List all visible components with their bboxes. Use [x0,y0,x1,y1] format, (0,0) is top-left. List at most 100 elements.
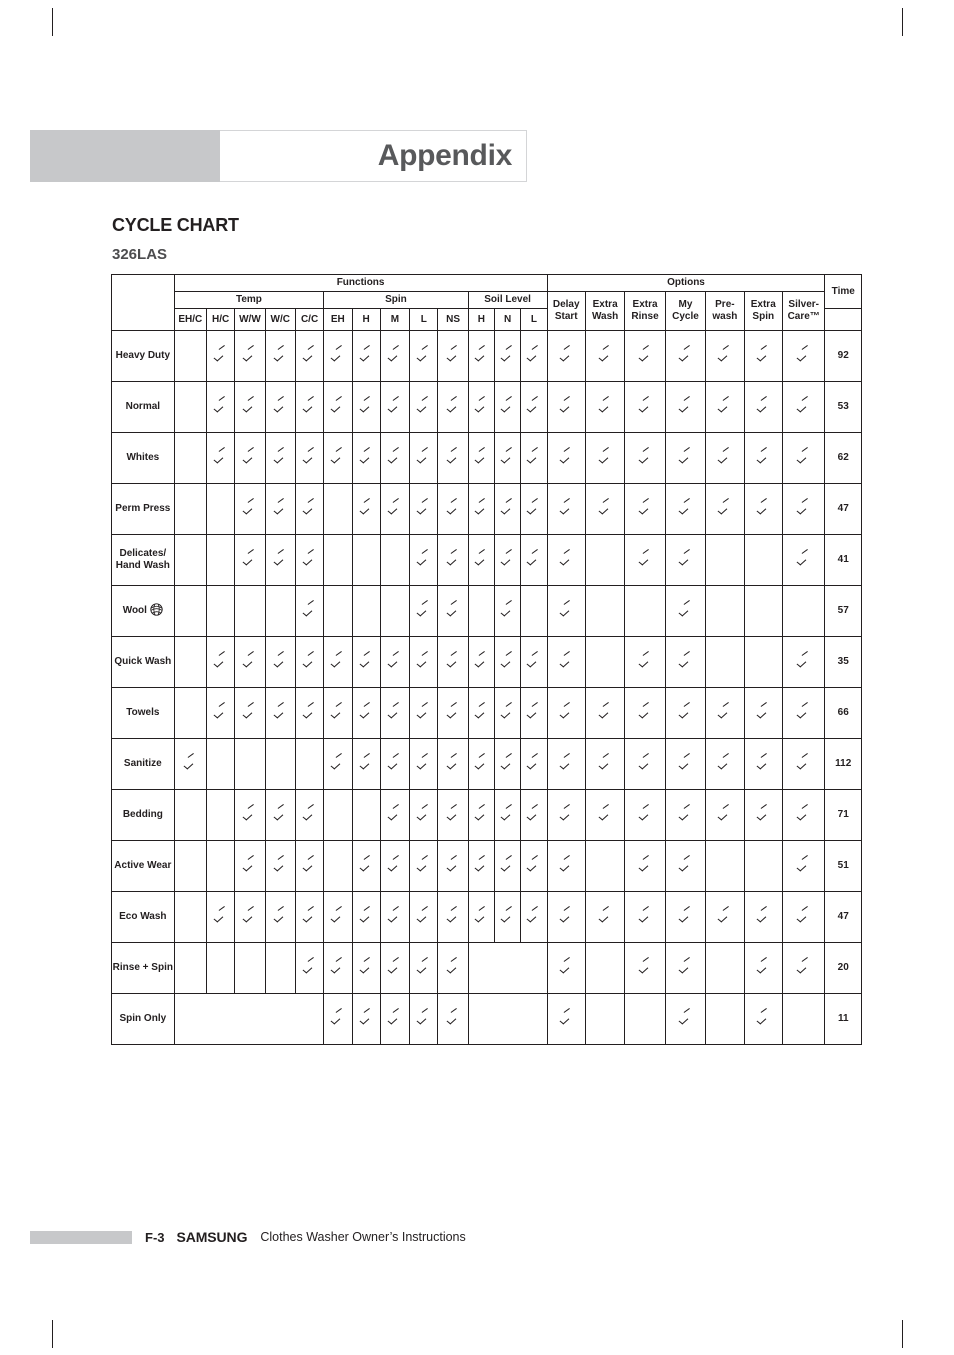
check-icon [719,808,730,819]
cell-temp-H/C [205,738,236,790]
cell-option-2 [624,636,666,688]
check-icon [640,400,651,411]
cell-spin-EH [323,534,353,586]
cell-spin-L [409,483,439,535]
check-icon [502,706,513,717]
check-icon [476,859,487,870]
cycle-name-label: Heavy Duty [115,350,171,362]
check-icon [600,502,611,513]
check-icon [304,349,315,360]
cell-option-1 [584,330,626,382]
cell-option-1 [584,738,626,790]
cell-spin-H [351,687,381,739]
check-icon [561,757,572,768]
cell-soil-H [467,432,495,484]
cell-option-3 [664,942,707,994]
check-icon [758,502,769,513]
check-icon [448,757,459,768]
cell-spin-H [351,483,381,535]
cycle-name-cell: Eco Wash [111,891,175,943]
cycle-name-label: Eco Wash [119,911,167,923]
check-icon [502,502,513,513]
cell-option-5 [743,840,783,892]
cell-spin-EH [323,687,353,739]
check-icon [448,859,459,870]
cycle-name-cell: Spin Only [111,993,175,1045]
check-icon [418,757,429,768]
cell-spin-NS [437,891,469,943]
check-icon [528,859,539,870]
check-icon [275,910,286,921]
check-icon [680,757,691,768]
cell-option-4 [705,891,745,943]
check-icon [332,349,343,360]
check-icon [448,808,459,819]
check-icon [561,400,572,411]
cell-option-6 [781,585,826,637]
cell-temp-W/W [234,330,266,382]
cell-temp-H/C [205,636,236,688]
cell-time: 71 [824,789,862,841]
check-icon [640,706,651,717]
check-icon [528,757,539,768]
check-icon [448,961,459,972]
cell-option-4 [705,483,745,535]
check-icon [476,502,487,513]
cell-option-5 [743,789,783,841]
check-icon [680,553,691,564]
table-row: Bedding 71 [111,789,862,841]
column-header-option-6: Silver-Care™ [781,291,826,331]
check-icon [600,400,611,411]
check-icon [215,910,226,921]
column-header-temp-1: H/C [205,308,236,331]
cycle-name-cell: Perm Press [111,483,175,535]
check-icon [361,1012,372,1023]
check-icon [244,400,255,411]
cell-option-1 [584,891,626,943]
check-icon [304,910,315,921]
cell-spin-M [379,687,411,739]
cell-spin-NS [437,687,469,739]
column-header-option-3: My Cycle [664,291,707,331]
cell-temp-EH/C [173,483,207,535]
check-icon [304,706,315,717]
check-icon [758,400,769,411]
cell-option-4 [705,534,745,586]
check-icon [361,859,372,870]
cell-option-6 [781,789,826,841]
cell-temp-EH/C [173,330,207,382]
check-icon [528,400,539,411]
check-icon [476,349,487,360]
cycle-name-cell: Active Wear [111,840,175,892]
check-icon [304,604,315,615]
cell-option-2 [624,483,666,535]
page-footer: F-3 SAMSUNG Clothes Washer Owner’s Instr… [30,1229,466,1245]
cell-soil-N [493,381,522,433]
check-icon [640,502,651,513]
cell-spin-NS [437,636,469,688]
cell-temp-W/W [234,687,266,739]
cycle-name-cell: Heavy Duty [111,330,175,382]
check-icon [640,553,651,564]
check-icon [361,451,372,462]
cell-soil-L [520,891,548,943]
cell-spin-NS [437,381,469,433]
cell-spin-NS [437,534,469,586]
check-icon [476,808,487,819]
check-icon [389,400,400,411]
cell-time: 53 [824,381,862,433]
check-icon [448,451,459,462]
wool-ball-icon [150,602,163,620]
cell-option-5 [743,993,783,1045]
check-icon [640,808,651,819]
column-header-temp-3: W/C [264,308,296,331]
cell-spin-EH [323,840,353,892]
cell-option-0 [546,942,586,994]
check-icon [502,808,513,819]
cell-spin-L [409,738,439,790]
cycle-name-cell: Rinse + Spin [111,942,175,994]
cell-option-4 [705,585,745,637]
cell-spin-L [409,636,439,688]
cell-option-0 [546,789,586,841]
check-icon [275,502,286,513]
